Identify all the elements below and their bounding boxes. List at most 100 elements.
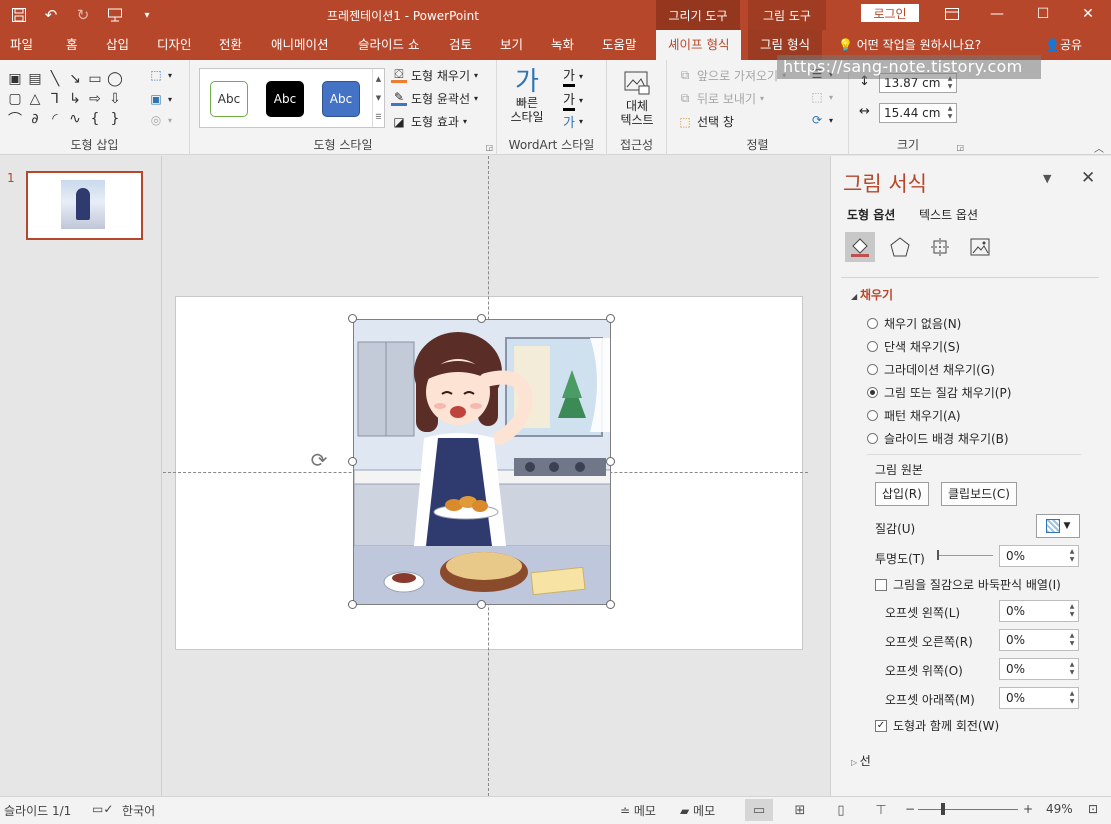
close-window-icon[interactable]: ✕ (1066, 2, 1110, 26)
offset-top-field[interactable]: 0% ▲ ▼ (999, 658, 1079, 680)
notes-button[interactable]: ≐ 메모 (620, 802, 656, 819)
tab-file[interactable]: 파일 (10, 30, 33, 60)
radio-pattern-fill[interactable]: 패턴 채우기(A) (867, 407, 961, 424)
tab-insert[interactable]: 삽입 (106, 30, 129, 60)
textbox-icon[interactable]: ▣ (5, 69, 25, 89)
slideshow-view-icon[interactable]: ⊤ (867, 799, 895, 821)
fill-section-header[interactable]: ◢ 채우기 (851, 286, 893, 303)
clipboard-button[interactable]: 클립보드(C) (941, 482, 1017, 506)
dialog-launcher-icon[interactable]: ◲ (485, 143, 493, 152)
offset-top-spinner[interactable]: ▲ ▼ (1066, 659, 1078, 679)
redo-icon[interactable]: ↻ (70, 4, 96, 26)
login-button[interactable]: 로그인 (861, 4, 919, 22)
radio-button[interactable] (867, 341, 878, 352)
tab-transitions[interactable]: 전환 (219, 30, 242, 60)
radio-button[interactable] (867, 318, 878, 329)
bring-forward-button[interactable]: ⧉앞으로 가져오기▾ (677, 67, 786, 84)
text-outline-button[interactable]: 가 ▾ (563, 89, 583, 111)
share-button[interactable]: 👤공유 (1045, 30, 1082, 60)
collapse-ribbon-icon[interactable]: ︿ (1094, 140, 1104, 155)
zoom-out-icon[interactable]: − (905, 802, 915, 816)
radio-button[interactable] (867, 410, 878, 421)
zoom-level[interactable]: 49% (1046, 802, 1073, 816)
comments-button[interactable]: ▰ 메모 (680, 802, 715, 819)
slide-thumbnail[interactable] (26, 171, 143, 240)
tab-help[interactable]: 도움말 (602, 30, 637, 60)
rectangle-icon[interactable]: ▭ (85, 69, 105, 89)
text-effects-button[interactable]: 가 ▾ (563, 112, 583, 131)
arc-icon[interactable]: ◜ (45, 109, 65, 129)
tab-shape-format[interactable]: 셰이프 형식 (656, 30, 742, 60)
zoom-slider-thumb[interactable] (941, 803, 945, 815)
triangle-icon[interactable]: △ (25, 89, 45, 109)
radio-picture-texture-fill[interactable]: 그림 또는 질감 채우기(P) (867, 384, 1011, 401)
transparency-field[interactable]: 0% ▲ ▼ (999, 545, 1079, 567)
texture-dropdown[interactable]: ▼ (1036, 514, 1080, 538)
resize-handle-bl[interactable] (348, 600, 357, 609)
reading-view-icon[interactable]: ▯ (827, 799, 855, 821)
tab-shape-options[interactable]: 도형 옵션 (847, 206, 895, 223)
shape-effects-button[interactable]: ◪ 도형 효과 ▾ (391, 113, 467, 130)
text-fill-button[interactable]: 가 ▾ (563, 65, 583, 87)
close-pane-icon[interactable]: ✕ (1081, 168, 1095, 188)
language[interactable]: 한국어 (122, 802, 155, 819)
pane-options-icon[interactable]: ▼ (1043, 172, 1051, 185)
resize-handle-tl[interactable] (348, 314, 357, 323)
group-button[interactable]: ⬚ ▾ (809, 90, 833, 104)
start-slideshow-icon[interactable] (102, 4, 128, 26)
oval-icon[interactable]: ◯ (105, 69, 125, 89)
selected-picture[interactable] (353, 319, 611, 605)
width-spinner[interactable]: ▲ ▼ (944, 104, 956, 122)
tab-home[interactable]: 홈 (66, 30, 78, 60)
save-icon[interactable] (6, 4, 32, 26)
resize-handle-l[interactable] (348, 457, 357, 466)
size-dialog-launcher-icon[interactable]: ◲ (956, 143, 964, 152)
style-preset-2[interactable]: Abc (266, 81, 304, 117)
tab-text-options[interactable]: 텍스트 옵션 (919, 206, 978, 223)
effects-icon[interactable] (885, 232, 915, 262)
insert-picture-button[interactable]: 삽입(R) (875, 482, 929, 506)
tab-view[interactable]: 보기 (500, 30, 523, 60)
shape-outline-button[interactable]: ✎ 도형 윤곽선 ▾ (391, 90, 478, 107)
offset-bottom-spinner[interactable]: ▲ ▼ (1066, 688, 1078, 708)
minimize-icon[interactable]: — (975, 2, 1019, 26)
right-brace-icon[interactable]: } (105, 109, 125, 129)
line-icon[interactable]: ╲ (45, 69, 65, 89)
radio-slide-background-fill[interactable]: 슬라이드 배경 채우기(B) (867, 430, 1009, 447)
resize-handle-t[interactable] (477, 314, 486, 323)
tab-review[interactable]: 검토 (449, 30, 472, 60)
text-box-button[interactable]: ▣ ▾ (148, 92, 172, 106)
radio-gradient-fill[interactable]: 그라데이션 채우기(G) (867, 361, 995, 378)
elbow-arrow-icon[interactable]: ↳ (65, 89, 85, 109)
rotate-with-shape-row[interactable]: ✓ 도형과 함께 회전(W) (875, 717, 999, 734)
merge-shapes-button[interactable]: ◎ ▾ (148, 113, 172, 127)
tab-slideshow[interactable]: 슬라이드 쇼 (358, 30, 419, 60)
freeform-icon[interactable]: ⌒ (5, 109, 25, 129)
tile-checkbox[interactable] (875, 578, 887, 591)
transparency-slider[interactable] (937, 550, 993, 560)
radio-no-fill[interactable]: 채우기 없음(N) (867, 315, 961, 332)
vertical-textbox-icon[interactable]: ▤ (25, 69, 45, 89)
right-arrow-icon[interactable]: ⇨ (85, 89, 105, 109)
resize-handle-tr[interactable] (606, 314, 615, 323)
style-preset-1[interactable]: Abc (210, 81, 248, 117)
normal-view-icon[interactable]: ▭ (745, 799, 773, 821)
tile-checkbox-row[interactable]: 그림을 질감으로 바둑판식 배열(I) (875, 576, 1061, 593)
resize-handle-b[interactable] (477, 600, 486, 609)
tab-animations[interactable]: 애니메이션 (271, 30, 329, 60)
elbow-connector-icon[interactable]: ⅂ (45, 89, 65, 109)
maximize-icon[interactable]: ☐ (1021, 2, 1065, 26)
shapes-gallery[interactable]: ▣ ▤ ╲ ↘ ▭ ◯ ▢ △ ⅂ ↳ ⇨ ⇩ ⌒ ∂ ◜ ∿ { } (5, 69, 125, 129)
curve-icon[interactable]: ∿ (65, 109, 85, 129)
rotate-with-shape-checkbox[interactable]: ✓ (875, 719, 887, 732)
rounded-rect-icon[interactable]: ▢ (5, 89, 25, 109)
selection-pane-button[interactable]: ⬚ 선택 창 (677, 113, 734, 130)
radio-solid-fill[interactable]: 단색 채우기(S) (867, 338, 960, 355)
rotate-button[interactable]: ⟳ ▾ (809, 113, 833, 127)
fill-line-icon[interactable] (845, 232, 875, 262)
resize-handle-r[interactable] (606, 457, 615, 466)
scribble-icon[interactable]: ∂ (25, 109, 45, 129)
resize-handle-br[interactable] (606, 600, 615, 609)
rotation-handle-icon[interactable]: ⟳ (308, 448, 330, 472)
zoom-in-icon[interactable]: + (1023, 802, 1033, 816)
